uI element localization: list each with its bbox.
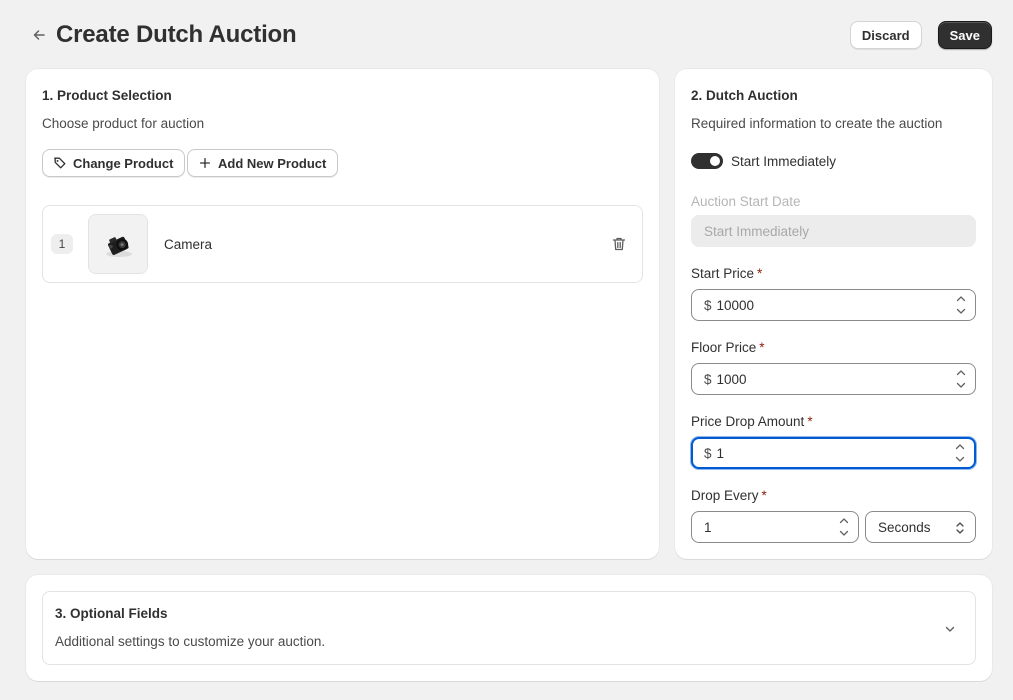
chevron-down-icon	[956, 308, 966, 314]
product-name: Camera	[164, 237, 213, 252]
start-price-label: Start Price *	[691, 266, 762, 281]
increment-button[interactable]	[835, 515, 853, 526]
chevron-down-icon	[955, 456, 965, 462]
chevron-down-icon	[839, 530, 849, 536]
drop-every-unit-select[interactable]: Seconds	[865, 511, 976, 543]
auction-start-date-input: Start Immediately	[691, 215, 976, 247]
dutch-auction-title: 2. Dutch Auction	[691, 88, 798, 103]
start-price-stepper	[951, 293, 971, 317]
decrement-button[interactable]	[951, 454, 969, 465]
product-selection-subtitle: Choose product for auction	[42, 116, 205, 131]
product-list: 1 Camera	[42, 205, 643, 283]
select-arrows-icon	[956, 522, 964, 534]
row-index-badge: 1	[51, 234, 73, 254]
toggle-knob	[710, 156, 720, 166]
tag-icon	[54, 157, 66, 169]
page-header: Create Dutch Auction Discard Save	[26, 18, 992, 52]
start-price-label-text: Start Price	[691, 266, 755, 281]
drop-every-stepper	[834, 515, 854, 539]
change-product-button[interactable]: Change Product	[42, 149, 186, 177]
discard-button[interactable]: Discard	[849, 21, 922, 49]
auction-start-date-placeholder: Start Immediately	[704, 223, 810, 239]
chevron-down-icon	[956, 382, 966, 388]
add-new-product-button[interactable]: Add New Product	[187, 149, 339, 177]
drop-every-input[interactable]: 1	[691, 511, 859, 543]
increment-button[interactable]	[952, 367, 970, 378]
chevron-up-icon	[956, 370, 966, 376]
decrement-button[interactable]	[952, 380, 970, 391]
back-button[interactable]	[26, 22, 52, 48]
price-drop-amount-stepper	[950, 441, 970, 465]
auction-start-date-label: Auction Start Date	[691, 194, 801, 209]
optional-fields-card: 3. Optional Fields Additional settings t…	[26, 575, 992, 681]
drop-every-unit-value: Seconds	[878, 519, 931, 535]
dutch-auction-subtitle: Required information to create the aucti…	[691, 116, 943, 131]
optional-fields-collapsible[interactable]: 3. Optional Fields Additional settings t…	[42, 591, 976, 665]
dutch-auction-card: 2. Dutch Auction Required information to…	[675, 69, 992, 559]
floor-price-value: 1000	[716, 371, 747, 387]
optional-fields-subtitle: Additional settings to customize your au…	[55, 634, 326, 649]
expand-toggle[interactable]	[943, 622, 957, 636]
currency-prefix: $	[704, 297, 712, 313]
start-price-input[interactable]: $ 10000	[691, 289, 976, 321]
decrement-button[interactable]	[952, 306, 970, 317]
floor-price-input[interactable]: $ 1000	[691, 363, 976, 395]
price-drop-amount-input[interactable]: $ 1	[691, 437, 976, 469]
currency-prefix: $	[704, 371, 712, 387]
save-button[interactable]: Save	[937, 21, 992, 49]
header-actions: Discard Save	[849, 21, 992, 49]
increment-button[interactable]	[952, 293, 970, 304]
price-drop-amount-label: Price Drop Amount *	[691, 414, 813, 429]
delete-button[interactable]	[610, 235, 628, 253]
drop-every-label-text: Drop Every	[691, 488, 759, 503]
trash-icon	[612, 237, 626, 251]
decrement-button[interactable]	[835, 528, 853, 539]
required-mark: *	[757, 266, 763, 281]
start-price-value: 10000	[716, 297, 755, 313]
start-immediately-label: Start Immediately	[731, 154, 837, 169]
chevron-up-icon	[956, 296, 966, 302]
change-product-label: Change Product	[73, 155, 174, 171]
currency-prefix: $	[704, 445, 712, 461]
arrow-left-icon	[33, 30, 45, 40]
required-mark: *	[759, 340, 765, 355]
chevron-up-icon	[955, 444, 965, 450]
floor-price-label-text: Floor Price	[691, 340, 757, 355]
price-drop-amount-label-text: Price Drop Amount	[691, 414, 805, 429]
price-drop-amount-value: 1	[716, 445, 725, 461]
product-selection-card: 1. Product Selection Choose product for …	[26, 69, 659, 559]
floor-price-stepper	[951, 367, 971, 391]
camera-image	[89, 215, 147, 273]
chevron-up-icon	[839, 518, 849, 524]
plus-icon	[199, 157, 211, 169]
page-title: Create Dutch Auction	[56, 21, 297, 48]
floor-price-label: Floor Price *	[691, 340, 765, 355]
start-immediately-toggle[interactable]	[691, 153, 723, 169]
chevron-down-icon	[945, 626, 955, 632]
required-mark: *	[761, 488, 767, 503]
increment-button[interactable]	[951, 441, 969, 452]
add-new-product-label: Add New Product	[218, 155, 327, 171]
optional-fields-title: 3. Optional Fields	[55, 606, 168, 621]
drop-every-value: 1	[704, 519, 712, 535]
product-thumbnail	[88, 214, 148, 274]
drop-every-label: Drop Every *	[691, 488, 767, 503]
required-mark: *	[807, 414, 813, 429]
product-selection-title: 1. Product Selection	[42, 88, 172, 103]
